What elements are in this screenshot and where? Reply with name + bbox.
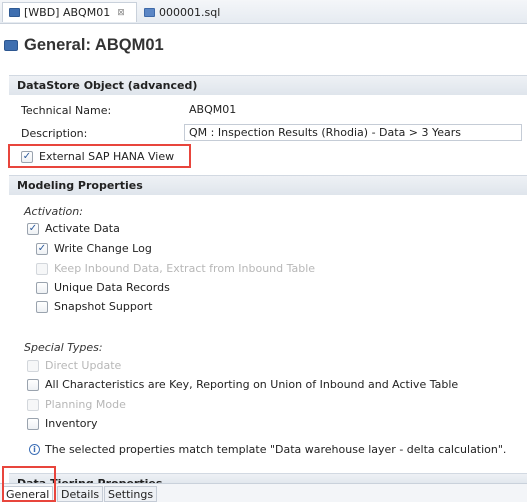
tab-general[interactable]: General [2, 486, 54, 502]
checkbox-label: Unique Data Records [54, 281, 170, 294]
checkbox-checked-icon: ✓ [36, 242, 48, 255]
section-modeling-properties[interactable]: Modeling Properties [9, 175, 527, 195]
checkbox-checked-icon: ✓ [21, 150, 33, 163]
tab-label: 000001.sql [159, 5, 221, 19]
info-text: The selected properties match template "… [45, 443, 507, 456]
technical-name-label: Technical Name: [21, 104, 112, 117]
checkbox-unchecked-icon [36, 262, 48, 275]
activate-data-checkbox[interactable]: ✓ Activate Data [27, 222, 120, 235]
checkbox-label: All Characteristics are Key, Reporting o… [45, 378, 459, 391]
inventory-checkbox[interactable]: Inventory [27, 417, 98, 430]
tab-details[interactable]: Details [57, 486, 104, 502]
special-types-label: Special Types: [24, 341, 103, 354]
datastore-icon [4, 40, 18, 51]
checkbox-checked-icon: ✓ [27, 222, 39, 235]
page-title: General: ABQM01 [24, 36, 164, 54]
checkbox-label: Write Change Log [54, 242, 152, 255]
checkbox-unchecked-icon [36, 281, 48, 294]
editor-tab-bar: [WBD] ABQM01 ⊠ 000001.sql [0, 0, 527, 24]
all-characteristics-key-checkbox[interactable]: All Characteristics are Key, Reporting o… [27, 378, 458, 391]
checkbox-unchecked-icon [27, 398, 39, 411]
datastore-icon [9, 8, 20, 17]
checkbox-label: Inventory [45, 417, 98, 430]
tab-settings[interactable]: Settings [104, 486, 158, 502]
checkbox-unchecked-icon [36, 300, 48, 313]
form-header: General: ABQM01 [4, 36, 164, 55]
technical-name-value: ABQM01 [184, 101, 520, 118]
sql-file-icon [144, 7, 155, 17]
keep-inbound-data-checkbox: Keep Inbound Data, Extract from Inbound … [36, 262, 315, 275]
template-info-message: i The selected properties match template… [29, 443, 506, 456]
checkbox-unchecked-icon [27, 378, 39, 391]
description-label: Description: [21, 127, 88, 140]
checkbox-label: Direct Update [45, 359, 122, 372]
form-page-tabs: General Details Settings [0, 483, 527, 502]
checkbox-label: Snapshot Support [54, 300, 153, 313]
checkbox-label: External SAP HANA View [39, 150, 175, 163]
info-icon: i [29, 444, 40, 455]
checkbox-label: Activate Data [45, 222, 120, 235]
tab-label: [WBD] ABQM01 [24, 6, 111, 19]
section-datastore-object[interactable]: DataStore Object (advanced) [9, 75, 527, 95]
checkbox-label: Keep Inbound Data, Extract from Inbound … [54, 262, 316, 275]
checkbox-unchecked-icon [27, 417, 39, 430]
tab-wbd-abqm01[interactable]: [WBD] ABQM01 ⊠ [2, 2, 137, 22]
snapshot-support-checkbox[interactable]: Snapshot Support [36, 300, 152, 313]
write-change-log-checkbox[interactable]: ✓ Write Change Log [36, 242, 152, 255]
direct-update-checkbox: Direct Update [27, 359, 121, 372]
description-field[interactable]: QM : Inspection Results (Rhodia) - Data … [184, 124, 522, 141]
external-sap-hana-view-checkbox[interactable]: ✓ External SAP HANA View [21, 150, 174, 163]
checkbox-unchecked-icon [27, 359, 39, 372]
close-icon[interactable]: ⊠ [117, 8, 125, 18]
tab-000001-sql[interactable]: 000001.sql [138, 2, 226, 22]
planning-mode-checkbox: Planning Mode [27, 398, 126, 411]
checkbox-label: Planning Mode [45, 398, 126, 411]
activation-label: Activation: [24, 205, 83, 218]
unique-data-records-checkbox[interactable]: Unique Data Records [36, 281, 170, 294]
